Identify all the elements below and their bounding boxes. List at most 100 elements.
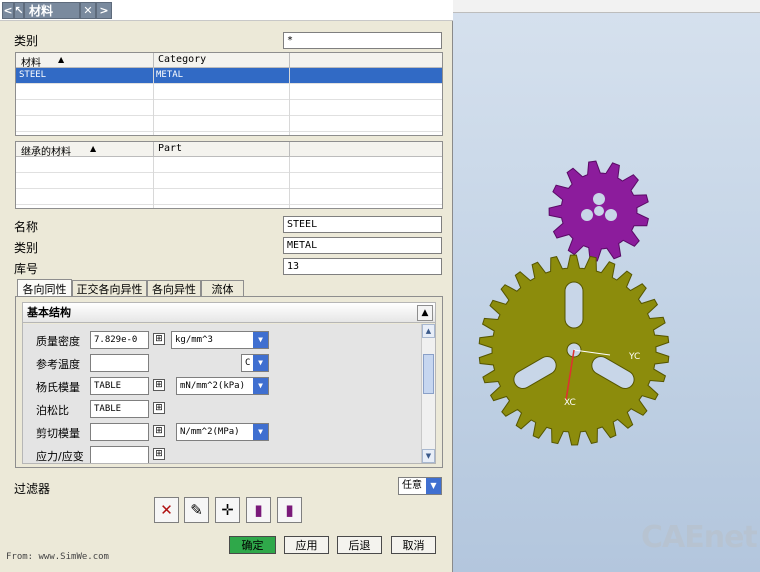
mass-density-field[interactable]: 7.829e-0 [90, 331, 149, 349]
mass-density-unit: kg/mm^3 [175, 335, 213, 345]
basic-structure-section: 基本结构 ▲ 质量密度 7.829e-0 ⊞ kg/mm^3 ▼ 参考温度 C … [22, 302, 436, 464]
nav-forward-button[interactable]: > [96, 2, 112, 19]
tab-isotropic[interactable]: 各向同性 [17, 279, 72, 297]
scroll-up-icon[interactable]: ▲ [422, 324, 435, 338]
edit-material-button[interactable]: ✎ [184, 497, 209, 523]
col-category-header[interactable]: Category [158, 54, 206, 65]
expression-icon[interactable]: ⊞ [153, 333, 165, 345]
dialog-titlebar: < ↖ 材料 ✕ > [0, 0, 453, 21]
ref-temp-label: 参考温度 [36, 358, 80, 371]
collapse-icon[interactable]: ▲ [417, 305, 433, 321]
library-button[interactable]: ▮ [246, 497, 271, 523]
gear-scene: YC XC [478, 160, 670, 446]
name-label: 名称 [14, 220, 39, 234]
pin-icon[interactable]: ↖ [14, 2, 24, 19]
shear-modulus-unit: N/mm^2(MPa) [180, 427, 240, 437]
expression-icon[interactable]: ⊞ [153, 402, 165, 414]
youngs-modulus-field[interactable]: TABLE [90, 377, 149, 395]
filter-select[interactable]: 任意 ▼ [398, 477, 442, 495]
chevron-down-icon: ▼ [253, 332, 268, 348]
youngs-modulus-unit-select[interactable]: mN/mm^2(kPa) ▼ [176, 377, 269, 395]
stress-strain-label: 应力/应变 [36, 450, 84, 463]
col-part-header[interactable]: Part [158, 143, 182, 154]
material-name-cell: STEEL [19, 70, 47, 80]
axis-xc-label: XC [564, 398, 576, 408]
sort-asc-icon[interactable]: ▲ [58, 55, 64, 64]
cancel-button[interactable]: 取消 [391, 536, 436, 554]
table-row[interactable] [16, 173, 442, 189]
book-icon: ▮ [254, 501, 263, 519]
shear-modulus-label: 剪切模量 [36, 427, 80, 440]
library-field[interactable]: 13 [283, 258, 442, 275]
filter-label: 过滤器 [14, 482, 51, 496]
ref-temp-unit: C [245, 358, 251, 368]
materials-table-header: 材料 ▲ Category [16, 53, 442, 69]
apply-button[interactable]: 应用 [284, 536, 329, 554]
poisson-ratio-label: 泊松比 [36, 404, 69, 417]
small-gear-hole [594, 206, 604, 216]
back-button[interactable]: 后退 [337, 536, 382, 554]
filter-value: 任意 [402, 480, 422, 491]
mass-density-unit-select[interactable]: kg/mm^3 ▼ [171, 331, 269, 349]
category-filter-input[interactable]: * [283, 32, 442, 49]
table-row[interactable] [16, 100, 442, 116]
shear-modulus-field[interactable] [90, 423, 149, 441]
category-field[interactable]: METAL [283, 237, 442, 254]
poisson-ratio-field[interactable]: TABLE [90, 400, 149, 418]
new-library-material-button[interactable]: ▮ [277, 497, 302, 523]
expression-icon[interactable]: ⊞ [153, 448, 165, 460]
assign-material-button[interactable]: ✛ [215, 497, 240, 523]
axis-yc-label: YC [628, 352, 640, 362]
large-gear-slot [564, 281, 584, 329]
delete-material-button[interactable]: ✕ [154, 497, 179, 523]
mass-density-label: 质量密度 [36, 335, 80, 348]
scroll-down-icon[interactable]: ▼ [422, 449, 435, 463]
table-row[interactable] [16, 189, 442, 205]
small-gear-hole [581, 209, 593, 221]
book-new-icon: ▮ [285, 501, 294, 519]
tab-orthotropic[interactable]: 正交各向异性 [72, 280, 147, 297]
youngs-modulus-label: 杨氏模量 [36, 381, 80, 394]
crosshair-icon: ✛ [221, 501, 234, 519]
chevron-down-icon: ▼ [253, 355, 268, 371]
table-row[interactable]: STEEL METAL [16, 68, 442, 84]
ref-temp-unit-select[interactable]: C ▼ [241, 354, 269, 372]
graphics-viewport[interactable]: YC XC CAEnet [453, 0, 760, 572]
close-button[interactable]: ✕ [80, 2, 96, 19]
stress-strain-field[interactable] [90, 446, 149, 463]
tab-fluid[interactable]: 流体 [201, 280, 244, 297]
section-title[interactable]: 基本结构 ▲ [23, 303, 435, 323]
section-scrollbar[interactable]: ▲ ▼ [421, 324, 435, 463]
material-dialog: < ↖ 材料 ✕ > 类别 * 材料 ▲ Category STEEL META… [0, 0, 453, 572]
ref-temp-field[interactable] [90, 354, 149, 372]
section-title-text: 基本结构 [27, 306, 71, 319]
caenet-watermark: CAEnet [641, 520, 758, 555]
table-row[interactable] [16, 157, 442, 173]
sort-asc-icon[interactable]: ▲ [90, 144, 96, 153]
expression-icon[interactable]: ⊞ [153, 425, 165, 437]
source-credit: From: www.SimWe.com [6, 552, 109, 562]
table-row[interactable] [16, 116, 442, 132]
name-field[interactable]: STEEL [283, 216, 442, 233]
category-filter-label: 类别 [14, 34, 39, 48]
category-label: 类别 [14, 241, 39, 255]
tab-anisotropic[interactable]: 各向异性 [147, 280, 201, 297]
nav-back-button[interactable]: < [2, 2, 14, 19]
small-gear-hole [593, 193, 605, 205]
ok-button[interactable]: 确定 [229, 536, 276, 554]
edit-icon: ✎ [190, 501, 203, 519]
materials-table[interactable]: 材料 ▲ Category STEEL METAL [15, 52, 443, 136]
expression-icon[interactable]: ⊞ [153, 379, 165, 391]
inherited-materials-table[interactable]: 继承的材料 ▲ Part [15, 141, 443, 209]
scroll-thumb[interactable] [423, 354, 434, 394]
col-inherited-header[interactable]: 继承的材料 [21, 143, 71, 158]
chevron-down-icon: ▼ [426, 478, 441, 494]
material-category-cell: METAL [156, 70, 184, 80]
section-body: 质量密度 7.829e-0 ⊞ kg/mm^3 ▼ 参考温度 C ▼ 杨氏模量 … [23, 324, 421, 463]
small-gear-hole [605, 209, 617, 221]
dialog-title: 材料 [24, 2, 80, 19]
shear-modulus-unit-select[interactable]: N/mm^2(MPa) ▼ [176, 423, 269, 441]
table-row[interactable] [16, 84, 442, 100]
col-material-header[interactable]: 材料 [21, 54, 41, 69]
tab-content: 基本结构 ▲ 质量密度 7.829e-0 ⊞ kg/mm^3 ▼ 参考温度 C … [15, 296, 443, 468]
